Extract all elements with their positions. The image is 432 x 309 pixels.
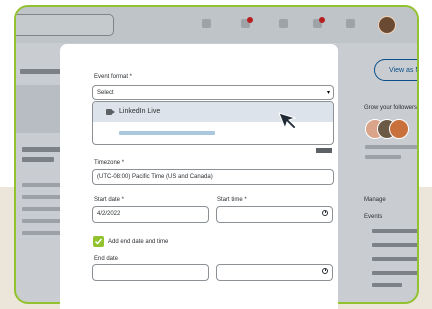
search-input[interactable] — [16, 14, 114, 36]
top-nav-bar — [16, 7, 417, 43]
right-text-bar — [372, 243, 417, 247]
add-end-checkbox[interactable] — [93, 236, 104, 247]
add-end-label: Add end date and time — [108, 239, 169, 245]
right-text-bar — [372, 257, 417, 261]
follower-avatar — [389, 119, 409, 139]
event-format-value: Select — [97, 90, 114, 96]
mouse-cursor-icon — [278, 112, 298, 132]
nav-jobs-icon[interactable] — [279, 19, 288, 28]
right-text-bar — [365, 155, 401, 159]
follower-avatars — [365, 119, 409, 141]
user-avatar[interactable] — [378, 16, 396, 34]
dropdown-arrow-icon: ▾ — [326, 90, 330, 96]
nav-notifications-icon[interactable] — [346, 19, 355, 28]
dark-marker — [316, 148, 332, 153]
left-text-bar — [22, 231, 64, 235]
manage-label: Manage — [364, 197, 386, 203]
checkmark-icon — [94, 238, 103, 245]
right-text-bar — [372, 229, 417, 233]
start-time-input[interactable] — [216, 206, 333, 223]
left-text-bar — [22, 157, 54, 162]
right-text-bar — [365, 145, 417, 149]
event-format-select[interactable]: Select ▾ — [92, 85, 334, 100]
start-time-label: Start time * — [217, 197, 247, 203]
left-text-bar — [22, 207, 64, 211]
start-date-label: Start date * — [94, 197, 125, 203]
dropdown-option-label: LinkedIn Live — [119, 108, 161, 115]
end-time-input[interactable] — [216, 264, 333, 281]
create-event-modal: Event format * Select ▾ LinkedIn Live Ti… — [60, 44, 338, 309]
video-camera-icon — [106, 109, 115, 115]
dropdown-option-placeholder[interactable] — [119, 131, 215, 135]
right-text-bar — [372, 271, 417, 275]
events-label: Events — [364, 214, 383, 220]
left-text-bar — [22, 195, 64, 199]
end-date-label: End date — [94, 256, 119, 262]
event-format-label: Event format * — [94, 74, 133, 80]
end-date-input[interactable] — [92, 264, 209, 281]
left-text-bar — [22, 219, 64, 223]
left-text-bar — [22, 183, 64, 187]
start-date-input[interactable]: 4/2/2022 — [92, 206, 209, 223]
timezone-select[interactable]: (UTC-08:00) Pacific Time (US and Canada) — [92, 169, 334, 185]
grow-followers-text: Grow your followers — [364, 105, 418, 111]
notification-dot — [247, 17, 253, 23]
nav-home-icon[interactable] — [202, 19, 211, 28]
clock-icon — [322, 268, 328, 274]
view-as-button[interactable]: View as Me — [374, 59, 417, 81]
clock-icon — [322, 210, 328, 216]
timezone-label: Timezone * — [94, 160, 125, 166]
notification-dot — [319, 17, 325, 23]
right-text-bar — [372, 283, 402, 287]
